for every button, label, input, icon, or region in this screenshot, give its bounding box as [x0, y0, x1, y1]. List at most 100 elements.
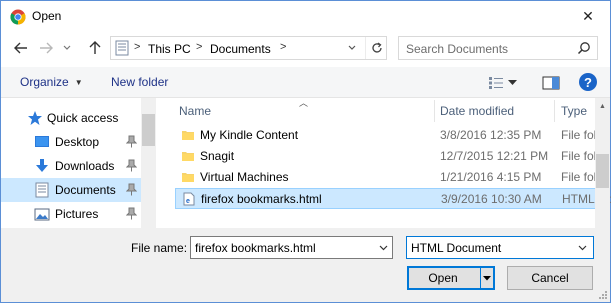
- pin-icon: [126, 135, 137, 148]
- title-bar: Open ✕: [1, 1, 610, 32]
- help-button[interactable]: ?: [579, 73, 597, 91]
- scrollbar-thumb[interactable]: [142, 114, 155, 146]
- pin-icon: [126, 183, 137, 196]
- file-type-dropdown-button[interactable]: [575, 240, 589, 255]
- close-button[interactable]: ✕: [567, 2, 609, 31]
- open-dialog: Open ✕ > This PC > Documents > Search Do…: [0, 0, 611, 303]
- recent-locations-button[interactable]: [61, 38, 73, 58]
- nav-item-label: Pictures: [55, 207, 99, 221]
- scroll-up-icon[interactable]: ▲: [595, 98, 610, 114]
- breadcrumb-separator: >: [196, 41, 203, 53]
- nav-item-label: Downloads: [55, 159, 115, 173]
- nav-item-label: Documents: [55, 183, 116, 197]
- nav-item-pictures[interactable]: Pictures: [1, 202, 141, 226]
- star-icon: [28, 111, 42, 125]
- nav-item-downloads[interactable]: Downloads: [1, 154, 141, 178]
- organize-button[interactable]: Organize ▼: [20, 75, 83, 89]
- html-file-icon: e: [183, 192, 195, 206]
- file-date: 3/9/2016 10:30 AM: [441, 192, 542, 206]
- svg-text:e: e: [186, 198, 190, 205]
- breadcrumb-separator: >: [134, 41, 141, 53]
- folder-icon: [182, 131, 194, 140]
- file-row[interactable]: Snagit 12/7/2015 12:21 PM File fold: [175, 146, 603, 167]
- file-list: ︿ Name Date modified Type My Kindle Cont…: [157, 98, 611, 228]
- nav-item-documents[interactable]: Documents: [1, 178, 141, 202]
- refresh-button[interactable]: [365, 37, 387, 59]
- chevron-down-icon: [348, 45, 356, 50]
- file-row[interactable]: Virtual Machines 1/21/2016 4:15 PM File …: [175, 167, 603, 188]
- window-title: Open: [32, 9, 62, 23]
- file-date: 1/21/2016 4:15 PM: [440, 170, 542, 184]
- close-icon: ✕: [582, 8, 594, 24]
- breadcrumb-this-pc[interactable]: This PC: [148, 42, 191, 56]
- file-list-scrollbar[interactable]: ▲: [595, 98, 610, 228]
- forward-button[interactable]: [36, 38, 56, 58]
- forward-arrow-icon: [40, 42, 53, 54]
- address-history-button[interactable]: [342, 37, 362, 59]
- file-date: 3/8/2016 12:35 PM: [440, 128, 542, 142]
- desktop-icon: [35, 136, 49, 147]
- chevron-down-icon: [63, 45, 71, 50]
- cancel-button[interactable]: Cancel: [507, 266, 593, 290]
- chrome-icon: [10, 9, 26, 25]
- address-bar[interactable]: > This PC > Documents >: [110, 36, 387, 60]
- pictures-icon: [34, 208, 50, 221]
- open-options-button[interactable]: [481, 268, 493, 288]
- nav-item-label: Desktop: [55, 135, 100, 149]
- caret-down-icon: [508, 80, 517, 85]
- caret-down-icon: [483, 275, 491, 280]
- nav-item-desktop[interactable]: Desktop: [1, 130, 141, 154]
- search-input[interactable]: Search Documents: [398, 36, 598, 60]
- dialog-footer: File name: firefox bookmarks.html HTML D…: [1, 228, 610, 302]
- search-icon: [577, 42, 590, 55]
- file-name: Snagit: [200, 149, 235, 163]
- caret-down-icon: ▼: [74, 78, 83, 87]
- preview-pane-icon[interactable]: [542, 74, 560, 92]
- column-divider[interactable]: [434, 100, 435, 122]
- navigation-bar: > This PC > Documents > Search Documents: [1, 32, 610, 66]
- breadcrumb-separator: >: [280, 41, 287, 53]
- file-row-selected[interactable]: e firefox bookmarks.html 3/9/2016 10:30 …: [175, 188, 611, 209]
- file-name-dropdown-button[interactable]: [376, 240, 390, 255]
- scrollbar-thumb[interactable]: [596, 154, 609, 188]
- file-name-input[interactable]: firefox bookmarks.html: [190, 236, 393, 259]
- this-pc-icon: [115, 40, 129, 56]
- change-view-button[interactable]: [488, 74, 524, 92]
- organize-label: Organize: [20, 75, 69, 89]
- pin-icon: [126, 207, 137, 220]
- file-name-value: firefox bookmarks.html: [195, 241, 316, 255]
- column-divider[interactable]: [554, 100, 555, 122]
- file-row[interactable]: My Kindle Content 3/8/2016 12:35 PM File…: [175, 125, 603, 146]
- refresh-icon: [371, 42, 382, 53]
- open-button[interactable]: Open: [407, 266, 495, 290]
- sort-ascending-icon: ︿: [299, 98, 309, 108]
- chevron-down-icon: [379, 245, 387, 250]
- chevron-down-icon: [578, 245, 586, 250]
- file-type-select[interactable]: HTML Document: [406, 236, 594, 259]
- file-date: 12/7/2015 12:21 PM: [440, 149, 549, 163]
- search-placeholder: Search Documents: [406, 42, 509, 56]
- up-button[interactable]: [85, 38, 105, 58]
- documents-icon: [35, 182, 49, 198]
- back-button[interactable]: [11, 38, 31, 58]
- file-type-value: HTML Document: [411, 241, 502, 255]
- file-name: My Kindle Content: [200, 128, 299, 142]
- file-name: firefox bookmarks.html: [201, 192, 322, 206]
- download-icon: [36, 159, 48, 172]
- breadcrumb-documents[interactable]: Documents: [210, 42, 271, 56]
- help-icon: ?: [584, 74, 592, 90]
- up-arrow-icon: [89, 41, 101, 54]
- new-folder-button[interactable]: New folder: [111, 75, 168, 89]
- file-name: Virtual Machines: [200, 170, 289, 184]
- pin-icon: [126, 159, 137, 172]
- folder-icon: [182, 152, 194, 161]
- file-name-label: File name:: [131, 241, 188, 255]
- nav-item-label: Quick access: [47, 111, 119, 125]
- open-button-label: Open: [428, 271, 458, 285]
- back-arrow-icon: [14, 42, 27, 54]
- resize-grip-icon[interactable]: [598, 290, 608, 300]
- nav-item-quick-access[interactable]: Quick access: [1, 106, 141, 130]
- navigation-pane: Quick access Desktop Downloads Documents…: [1, 98, 156, 228]
- details-view-icon: [489, 77, 503, 89]
- navigation-pane-scrollbar[interactable]: [141, 98, 156, 228]
